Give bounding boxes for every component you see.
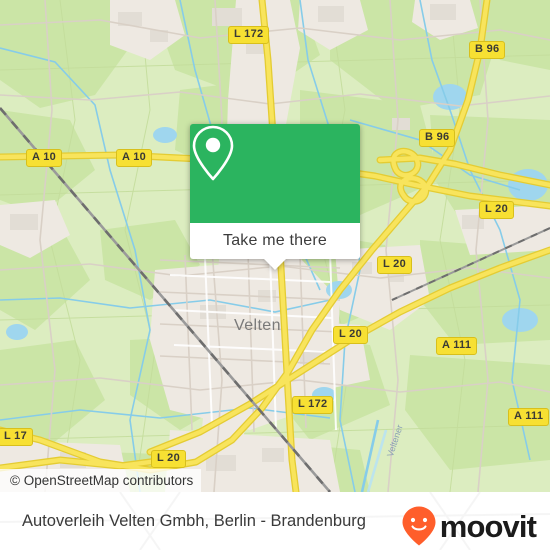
road-shield: L 20 <box>479 201 515 219</box>
road-shield: L 20 <box>333 326 369 344</box>
road-shield: L 20 <box>377 256 413 274</box>
road-shield: B 96 <box>419 129 456 147</box>
moovit-logo[interactable]: moovit <box>401 505 537 547</box>
take-me-there-button[interactable]: Take me there <box>190 223 360 259</box>
road-shield: L 172 <box>292 396 334 414</box>
take-me-there-popup[interactable]: Take me there <box>190 124 360 270</box>
road-shield: L 172 <box>228 26 270 44</box>
popup-tail <box>264 259 286 270</box>
map-canvas[interactable]: L 172 B 96 B 96 A 10 A 10 L 20 L 20 L 20 A 111 L … <box>0 0 550 492</box>
map-pin-icon <box>192 125 234 181</box>
road-shield: B 96 <box>469 41 506 59</box>
moovit-smiley-pin-icon <box>402 506 436 546</box>
road-shield: A 111 <box>436 337 478 355</box>
moovit-map-screenshot: L 172 B 96 B 96 A 10 A 10 L 20 L 20 L 20 A 111 L … <box>0 0 550 550</box>
place-label: Velten <box>234 317 281 334</box>
road-shield: L 20 <box>151 450 187 468</box>
road-shield: A 10 <box>26 149 63 167</box>
moovit-wordmark: moovit <box>439 508 537 544</box>
road-shield: A 111 <box>508 408 550 426</box>
page-title: Autoverleih Velten Gmbh, Berlin - Brande… <box>22 512 366 530</box>
road-shield: A 10 <box>116 149 153 167</box>
osm-attribution[interactable]: © OpenStreetMap contributors <box>0 469 202 492</box>
take-me-there-label: Take me there <box>223 232 327 249</box>
popup-pin-panel <box>190 124 360 223</box>
road-shield: L 17 <box>0 428 34 446</box>
footer-bar: Autoverleih Velten Gmbh, Berlin - Brande… <box>0 492 550 550</box>
